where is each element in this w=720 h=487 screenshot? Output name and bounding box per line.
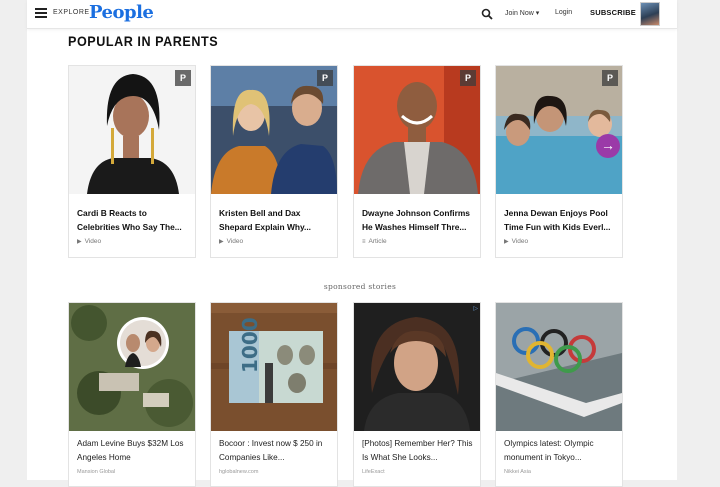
sponsored-stories-label: sponsored stories <box>323 282 397 291</box>
content-type-text: Video <box>511 238 529 245</box>
pinterest-icon[interactable]: P <box>317 70 333 86</box>
pinterest-icon[interactable]: P <box>460 70 476 86</box>
content-type-text: Article <box>368 238 387 245</box>
sponsored-source[interactable]: hglobalnew.com <box>219 469 258 475</box>
join-now-dropdown[interactable]: Join Now ▾ <box>505 9 539 17</box>
content-type-text: Video <box>84 238 102 245</box>
section-title: POPULAR IN PARENTS <box>68 33 219 49</box>
article-title[interactable]: Dwayne Johnson Confirms He Washes Himsel… <box>362 206 476 234</box>
top-navigation-bar: EXPLORE People Join Now ▾ Login SUBSCRIB… <box>27 0 677 29</box>
sponsored-card[interactable]: Adam Levine Buys $32M Los Angeles Home M… <box>68 302 196 487</box>
sponsored-title[interactable]: Bocoor : Invest now $ 250 in Companies L… <box>219 437 335 465</box>
sponsored-title[interactable]: Olympics latest: Olympic monument in Tok… <box>504 437 620 465</box>
sponsored-title[interactable]: [Photos] Remember Her? This Is What She … <box>362 437 478 465</box>
search-icon[interactable] <box>481 8 493 20</box>
content-type-label: ▶ Video <box>219 238 243 245</box>
svg-text:1000: 1000 <box>238 317 262 373</box>
content-type-text: Video <box>226 238 244 245</box>
explore-link[interactable]: EXPLORE <box>53 9 90 16</box>
sponsored-card[interactable]: ▷ [Photos] Remember Her? This Is What Sh… <box>353 302 481 487</box>
sponsored-source[interactable]: Nikkei Asia <box>504 469 531 475</box>
article-title[interactable]: Jenna Dewan Enjoys Pool Time Fun with Ki… <box>504 206 618 234</box>
magazine-cover-thumbnail[interactable] <box>640 2 660 26</box>
article-title[interactable]: Cardi B Reacts to Celebrities Who Say Th… <box>77 206 191 234</box>
hamburger-menu-icon[interactable] <box>35 8 47 18</box>
people-logo[interactable]: People <box>89 2 154 23</box>
content-type-label: ▶ Video <box>504 238 528 245</box>
ad-choices-icon[interactable]: ▷ <box>473 305 478 312</box>
subscribe-link[interactable]: SUBSCRIBE <box>590 8 636 17</box>
sponsored-card[interactable]: Olympics latest: Olympic monument in Tok… <box>495 302 623 487</box>
article-card[interactable]: P Dwayne Johnson Confirms He Washes Hims… <box>353 65 481 258</box>
article-icon: ≡ <box>362 239 366 245</box>
sponsored-image: 1000 <box>211 303 337 431</box>
content-type-label: ▶ Video <box>77 238 101 245</box>
sponsored-image <box>69 303 195 431</box>
sponsored-card[interactable]: 1000 Bocoor : Invest now $ 250 in Compan… <box>210 302 338 487</box>
article-title[interactable]: Kristen Bell and Dax Shepard Explain Why… <box>219 206 333 234</box>
article-card[interactable]: P Kristen Bell and Dax Shepard Explain W… <box>210 65 338 258</box>
article-card[interactable]: P Jenna Dewan Enjoys Pool Time Fun with … <box>495 65 623 258</box>
sponsored-source[interactable]: Mansion Global <box>77 469 115 475</box>
sponsored-title[interactable]: Adam Levine Buys $32M Los Angeles Home <box>77 437 193 465</box>
sponsored-source[interactable]: LifeExact <box>362 469 385 475</box>
video-icon: ▶ <box>77 239 82 245</box>
article-card[interactable]: P Cardi B Reacts to Celebrities Who Say … <box>68 65 196 258</box>
video-icon: ▶ <box>219 239 224 245</box>
sponsored-image <box>496 303 622 431</box>
pinterest-icon[interactable]: P <box>602 70 618 86</box>
video-icon: ▶ <box>504 239 509 245</box>
login-link[interactable]: Login <box>555 9 572 16</box>
sponsored-image <box>354 303 480 431</box>
next-arrow-icon[interactable]: → <box>596 134 620 158</box>
content-type-label: ≡ Article <box>362 238 387 245</box>
pinterest-icon[interactable]: P <box>175 70 191 86</box>
